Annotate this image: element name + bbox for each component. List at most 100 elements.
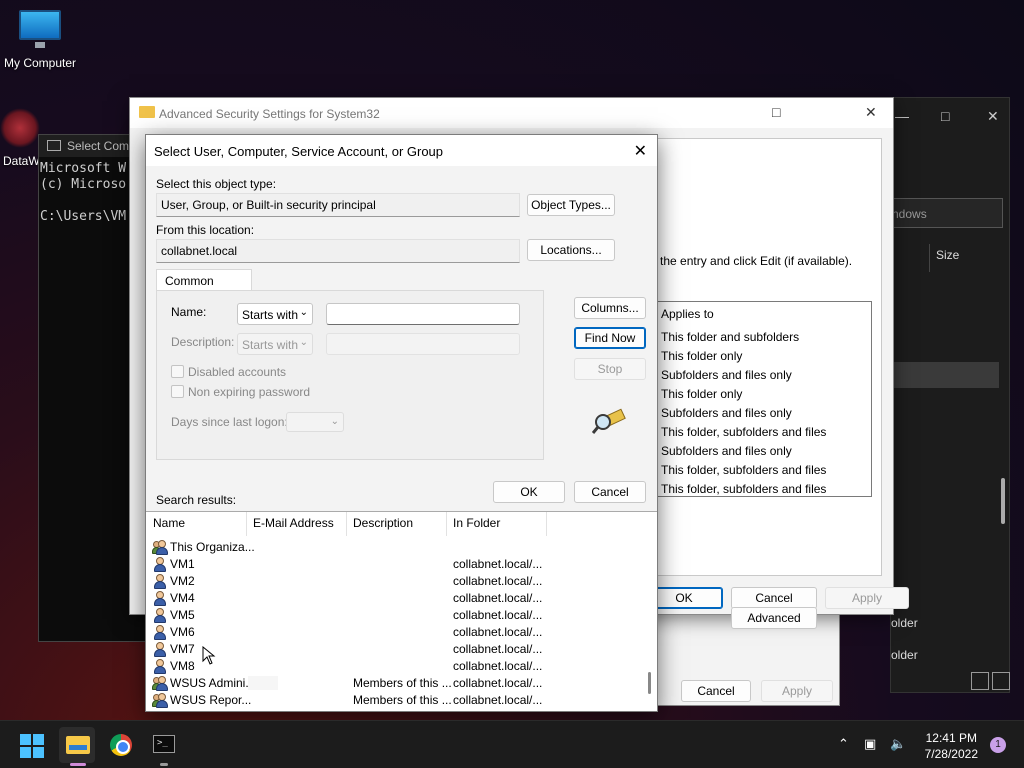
permission-hint: the entry and click Edit (if available). <box>660 254 853 268</box>
applies-to-header[interactable]: Applies to <box>661 307 714 321</box>
list-item[interactable]: Subfolders and files only <box>661 368 792 382</box>
tiles-view-icon[interactable] <box>992 672 1010 690</box>
group-icon <box>152 540 168 555</box>
network-icon[interactable]: ▣ <box>864 736 876 752</box>
maximize-icon[interactable]: □ <box>941 108 949 124</box>
folder-item[interactable]: older <box>891 648 918 662</box>
applies-to-list[interactable]: Applies to This folder and subfolders Th… <box>654 301 872 497</box>
results-scrollbar[interactable] <box>648 672 651 694</box>
user-icon <box>153 642 167 657</box>
table-row[interactable]: This Organiza... <box>146 539 646 556</box>
perm-cancel-button[interactable]: Cancel <box>681 680 751 702</box>
object-types-button[interactable]: Object Types... <box>527 194 615 216</box>
cell-folder: collabnet.local/... <box>453 693 543 707</box>
my-computer-label: My Computer <box>3 56 77 70</box>
table-row[interactable]: VM6 collabnet.local/... <box>146 624 646 641</box>
taskbar-clock[interactable]: 12:41 PM 7/28/2022 <box>925 730 978 762</box>
selected-row[interactable] <box>891 362 999 388</box>
search-results-list[interactable]: Name E-Mail Address Description In Folde… <box>146 511 657 711</box>
list-item[interactable]: This folder, subfolders and files <box>661 425 826 439</box>
checkbox-box <box>171 365 184 378</box>
column-separator[interactable] <box>246 512 247 536</box>
close-icon[interactable]: ✕ <box>987 108 999 125</box>
column-header-in-folder[interactable]: In Folder <box>453 516 500 536</box>
table-row[interactable]: VM8 collabnet.local/... <box>146 658 646 675</box>
active-indicator <box>70 763 86 766</box>
list-item[interactable]: This folder only <box>661 349 742 363</box>
table-row[interactable]: VM7 collabnet.local/... <box>146 641 646 658</box>
datawiz-desktop-icon[interactable]: DataW <box>0 108 40 168</box>
list-item[interactable]: This folder only <box>661 387 742 401</box>
windows-start-icon[interactable] <box>20 734 44 758</box>
column-header-name[interactable]: Name <box>153 516 185 536</box>
perm-apply-button[interactable]: Apply <box>761 680 833 702</box>
find-now-button[interactable]: Find Now <box>574 327 646 349</box>
folder-item[interactable]: older <box>891 616 918 630</box>
advanced-button[interactable]: Advanced <box>731 607 817 629</box>
maximize-icon[interactable]: □ <box>772 104 780 120</box>
size-column-header[interactable]: Size <box>929 244 959 272</box>
stop-button[interactable]: Stop <box>574 358 646 380</box>
adv-cancel-button[interactable]: Cancel <box>731 587 817 609</box>
column-header-email[interactable]: E-Mail Address <box>253 516 334 536</box>
search-icon <box>591 407 628 435</box>
volume-icon[interactable]: 🔈 <box>890 736 906 752</box>
locations-button[interactable]: Locations... <box>527 239 615 261</box>
table-row[interactable]: VM2 collabnet.local/... <box>146 573 646 590</box>
clock-time: 12:41 PM <box>925 731 977 745</box>
cancel-button[interactable]: Cancel <box>574 481 646 503</box>
name-mode-select[interactable]: Starts with ⌄ <box>237 303 313 325</box>
details-view-icon[interactable] <box>971 672 989 690</box>
disabled-accounts-label: Disabled accounts <box>188 365 287 379</box>
cell-folder: collabnet.local/... <box>453 676 543 690</box>
cell-description: Members of this ... <box>353 693 452 707</box>
table-row[interactable]: WSUS Admini... Members of this ... collabn… <box>146 675 646 692</box>
folder-icon <box>139 106 155 118</box>
close-icon[interactable]: ✕ <box>634 141 647 161</box>
cell-folder: collabnet.local/... <box>453 659 543 673</box>
table-row[interactable]: WSUS Repor... Members of this ... collabne… <box>146 692 646 709</box>
ok-button[interactable]: OK <box>493 481 565 503</box>
terminal-icon[interactable]: >_ <box>153 735 175 753</box>
chrome-icon[interactable] <box>110 734 132 756</box>
cell-name: VM6 <box>170 625 195 639</box>
user-icon <box>153 625 167 640</box>
explorer-search-input[interactable]: ndows <box>891 198 1003 228</box>
explorer-search-placeholder: ndows <box>892 207 927 221</box>
notification-badge[interactable]: 1 <box>990 737 1006 753</box>
description-mode-select[interactable]: Starts with ⌄ <box>237 333 313 355</box>
chevron-up-icon[interactable]: ⌃ <box>838 736 849 752</box>
disabled-accounts-checkbox[interactable]: Disabled accounts <box>171 365 286 379</box>
column-separator[interactable] <box>346 512 347 536</box>
list-item[interactable]: This folder and subfolders <box>661 330 799 344</box>
list-item[interactable]: This folder, subfolders and files <box>661 463 826 477</box>
table-row[interactable]: VM1 collabnet.local/... <box>146 556 646 573</box>
columns-button[interactable]: Columns... <box>574 297 646 319</box>
days-since-logon-select[interactable]: ⌄ <box>286 412 344 432</box>
close-icon[interactable]: ✕ <box>865 104 877 121</box>
table-row[interactable]: VM5 collabnet.local/... <box>146 607 646 624</box>
non-expiring-password-checkbox[interactable]: Non expiring password <box>171 385 310 399</box>
name-input[interactable] <box>326 303 520 325</box>
list-item[interactable]: Subfolders and files only <box>661 406 792 420</box>
table-row[interactable]: VM4 collabnet.local/... <box>146 590 646 607</box>
list-item[interactable]: Subfolders and files only <box>661 444 792 458</box>
select-user-dialog[interactable]: Select User, Computer, Service Account, … <box>145 134 658 712</box>
explorer-scrollbar[interactable] <box>1001 478 1005 524</box>
dialog-title: Select User, Computer, Service Account, … <box>154 144 444 159</box>
cell-name: This Organiza... <box>170 540 255 554</box>
advanced-security-titlebar[interactable]: Advanced Security Settings for System32 … <box>130 98 893 128</box>
column-separator[interactable] <box>546 512 547 536</box>
column-separator[interactable] <box>446 512 447 536</box>
tab-common-queries[interactable]: Common Queries <box>156 269 252 302</box>
select-user-titlebar[interactable]: Select User, Computer, Service Account, … <box>146 135 657 166</box>
user-icon <box>153 608 167 623</box>
datawiz-label: DataW <box>3 154 40 168</box>
search-results-label: Search results: <box>156 493 237 507</box>
list-item[interactable]: This folder, subfolders and files <box>661 482 826 496</box>
minimize-icon[interactable]: — <box>895 108 909 124</box>
description-input[interactable] <box>326 333 520 355</box>
my-computer-desktop-icon[interactable]: My Computer <box>2 10 78 70</box>
column-header-description[interactable]: Description <box>353 516 413 536</box>
adv-apply-button[interactable]: Apply <box>825 587 909 609</box>
